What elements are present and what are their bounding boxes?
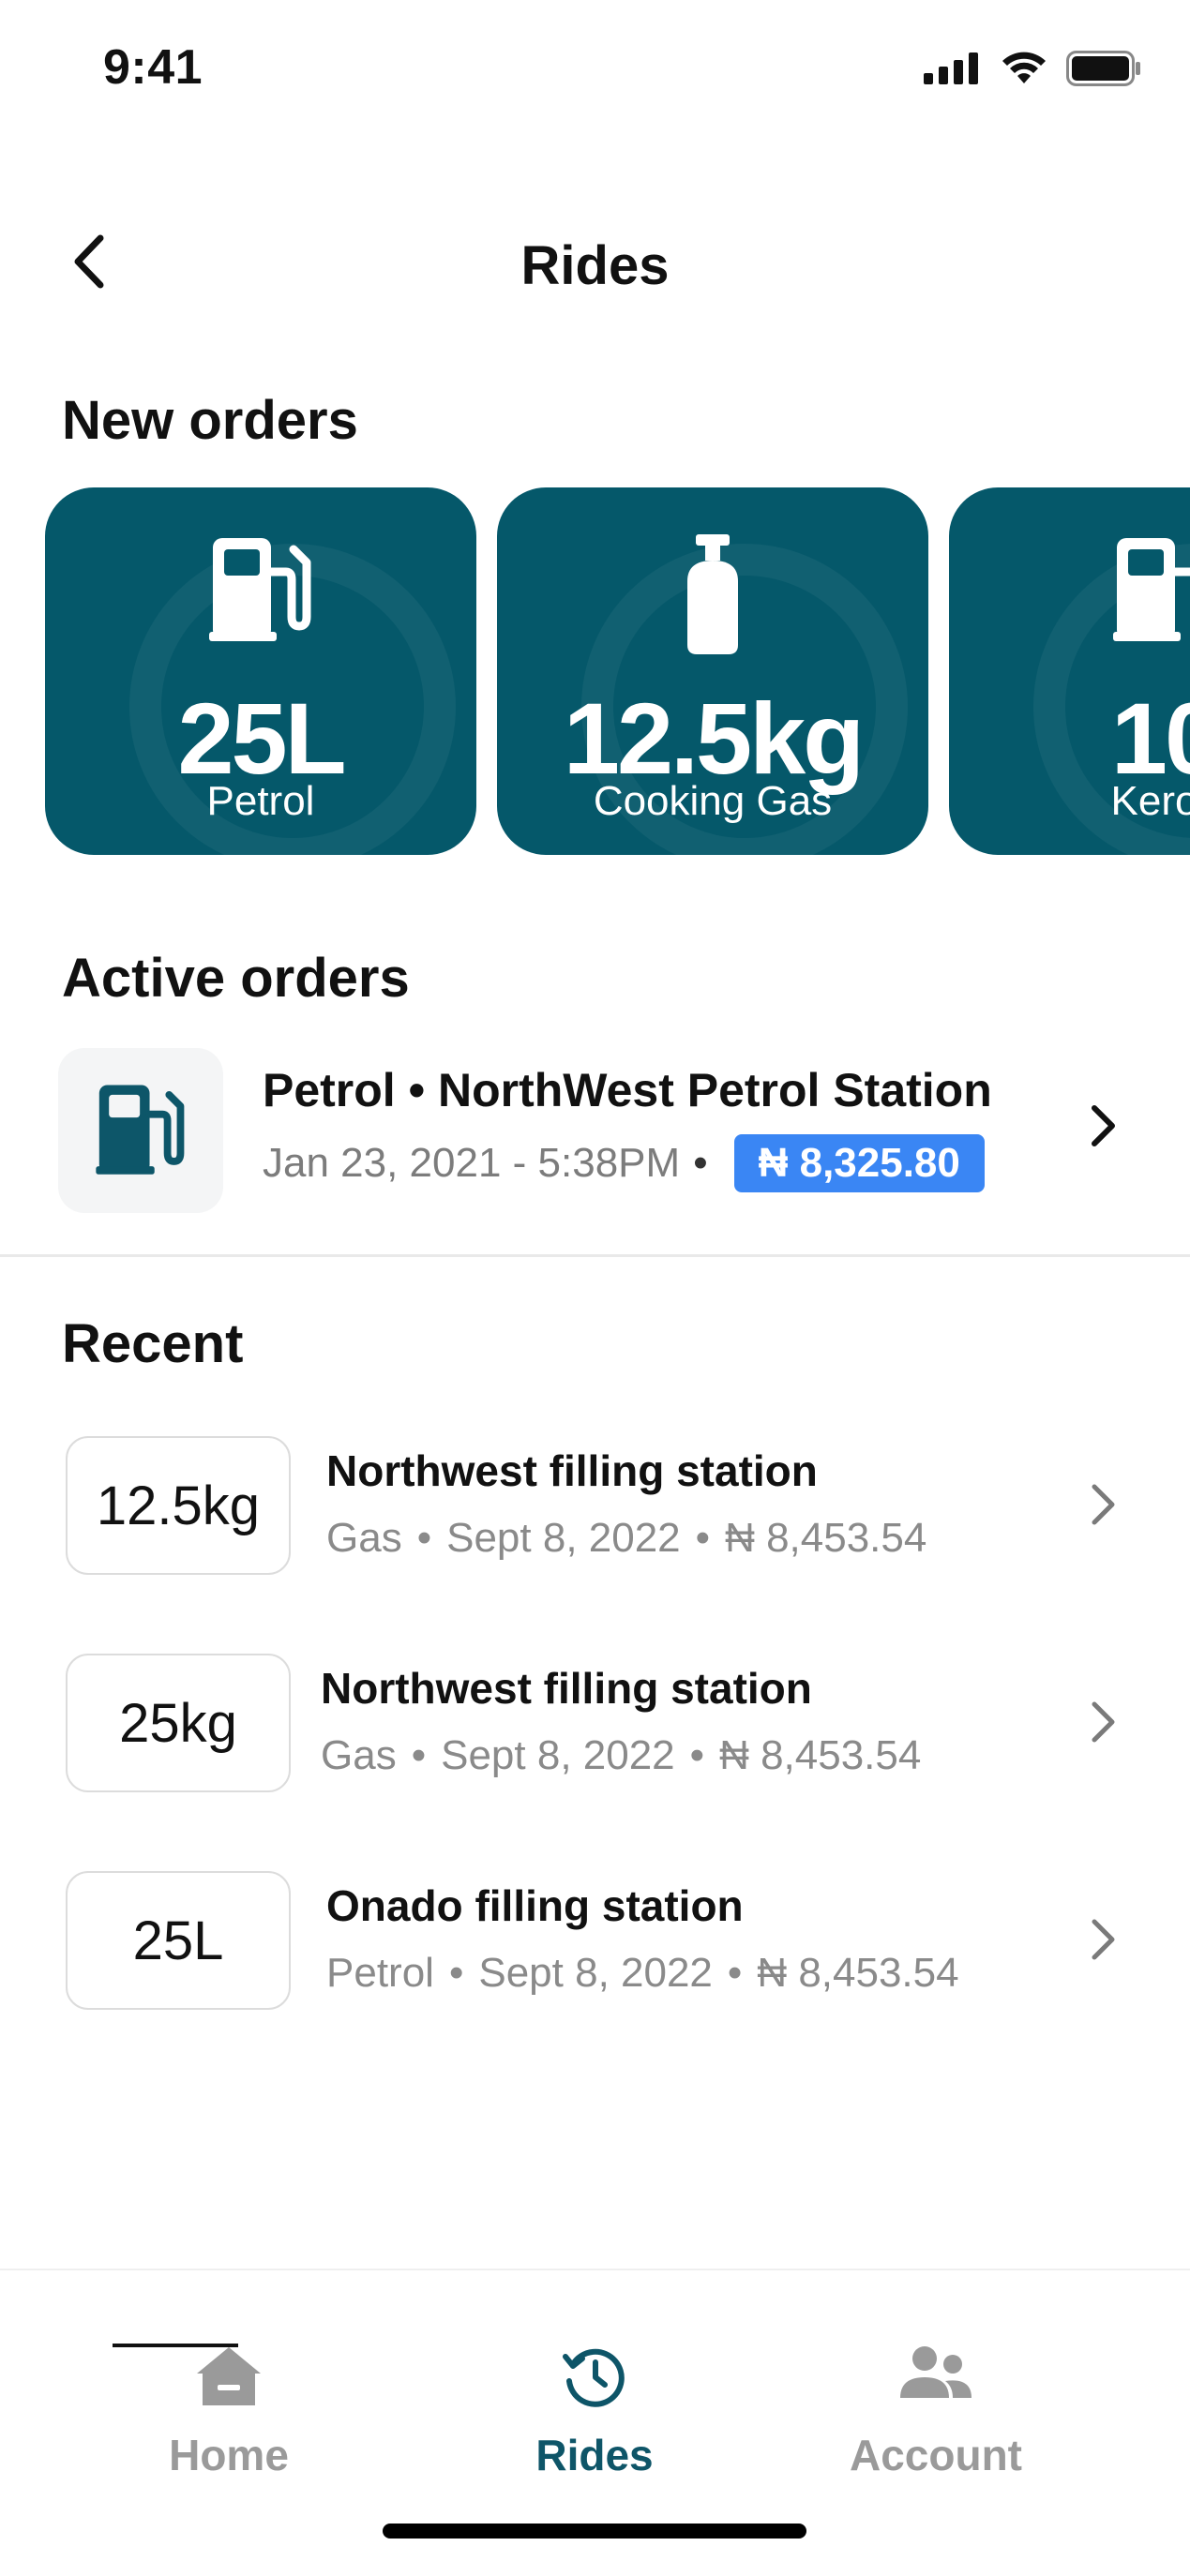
fuel-pump-icon [949,534,1190,647]
divider [0,1254,1190,1257]
new-orders-title: New orders [62,390,358,451]
recent-type: Petrol [326,1950,434,1996]
recent-item[interactable]: 12.5kg Northwest filling station Gas • Sep… [66,1436,1135,1575]
status-time: 9:41 [103,40,203,95]
order-card-petrol[interactable]: 25L Petrol [45,487,476,855]
order-card-label: Cooking Gas [593,778,833,824]
price-badge: ₦ 8,325.80 [733,1134,985,1192]
fuel-pump-icon [96,1085,185,1175]
wifi-icon [1002,52,1046,83]
recent-item[interactable]: 25L Onado filling station Petrol • Sept 8,… [66,1871,1135,2010]
active-order-row[interactable]: Petrol • NorthWest Petrol Station Jan 23… [58,1041,1146,1213]
separator: • [693,1140,708,1186]
page-title: Rides [520,235,670,296]
separator: • [695,1515,711,1561]
recent-meta: Petrol • Sept 8, 2022 • ₦ 8,453.54 [326,1950,959,1997]
fuel-pump-icon [45,534,476,647]
active-order-date: Jan 23, 2021 - 5:38PM [263,1140,681,1186]
recent-date: Sept 8, 2022 [446,1515,681,1561]
active-orders-title: Active orders [62,948,410,1009]
separator: • [416,1515,432,1561]
order-card-kerosene[interactable]: 10 Keros [949,487,1190,855]
nav-indicator-line [113,2344,238,2347]
gas-cylinder-icon [497,534,928,656]
quantity-box: 12.5kg [66,1436,291,1575]
home-icon [88,2344,369,2409]
recent-station: Onado filling station [326,1881,744,1930]
recent-date: Sept 8, 2022 [441,1732,675,1778]
recent-meta: Gas • Sept 8, 2022 • ₦ 8,453.54 [326,1515,926,1562]
nav-rides[interactable]: Rides [454,2270,735,2486]
separator: • [727,1950,743,1996]
history-icon [454,2344,735,2409]
chevron-right-icon [1092,1105,1115,1146]
active-order-meta: Jan 23, 2021 - 5:38PM • ₦ 8,325.80 [263,1134,985,1192]
recent-price: ₦ 8,453.54 [757,1950,959,1996]
home-indicator [383,2524,806,2539]
recent-type: Gas [326,1515,402,1561]
recent-type: Gas [321,1732,397,1778]
quantity-box: 25L [66,1871,291,2010]
signal-icon [924,52,978,84]
separator: • [689,1732,705,1778]
recent-station: Northwest filling station [326,1446,818,1495]
separator: • [448,1950,464,1996]
nav-label: Home [169,2431,289,2479]
recent-title: Recent [62,1313,244,1374]
nav-account[interactable]: Account [795,2270,1077,2486]
new-orders-carousel[interactable]: 25L Petrol 12.5kg Cooking Gas 10 Keros [45,487,1190,855]
order-card-label: Petrol [206,778,315,824]
recent-meta: Gas • Sept 8, 2022 • ₦ 8,453.54 [321,1732,921,1779]
active-order-title: Petrol • NorthWest Petrol Station [263,1064,992,1116]
quantity-box: 25kg [66,1654,291,1792]
order-card-cooking-gas[interactable]: 12.5kg Cooking Gas [497,487,928,855]
separator: • [411,1732,427,1778]
nav-label: Rides [535,2431,654,2479]
battery-icon [1066,51,1140,86]
active-order-icon-box [58,1048,223,1213]
status-icons [924,51,1141,86]
chevron-right-icon [1092,1701,1115,1743]
recent-price: ₦ 8,453.54 [719,1732,922,1778]
recent-station: Northwest filling station [321,1664,812,1713]
people-icon [795,2344,1077,2404]
nav-label: Account [850,2431,1022,2479]
chevron-right-icon [1092,1919,1115,1960]
nav-home[interactable]: Home [88,2270,369,2486]
recent-item[interactable]: 25kg Northwest filling station Gas • Sept … [66,1654,1135,1792]
chevron-right-icon [1092,1484,1115,1525]
recent-date: Sept 8, 2022 [478,1950,713,1996]
order-card-label: Keros [1110,778,1190,824]
recent-price: ₦ 8,453.54 [725,1515,927,1561]
